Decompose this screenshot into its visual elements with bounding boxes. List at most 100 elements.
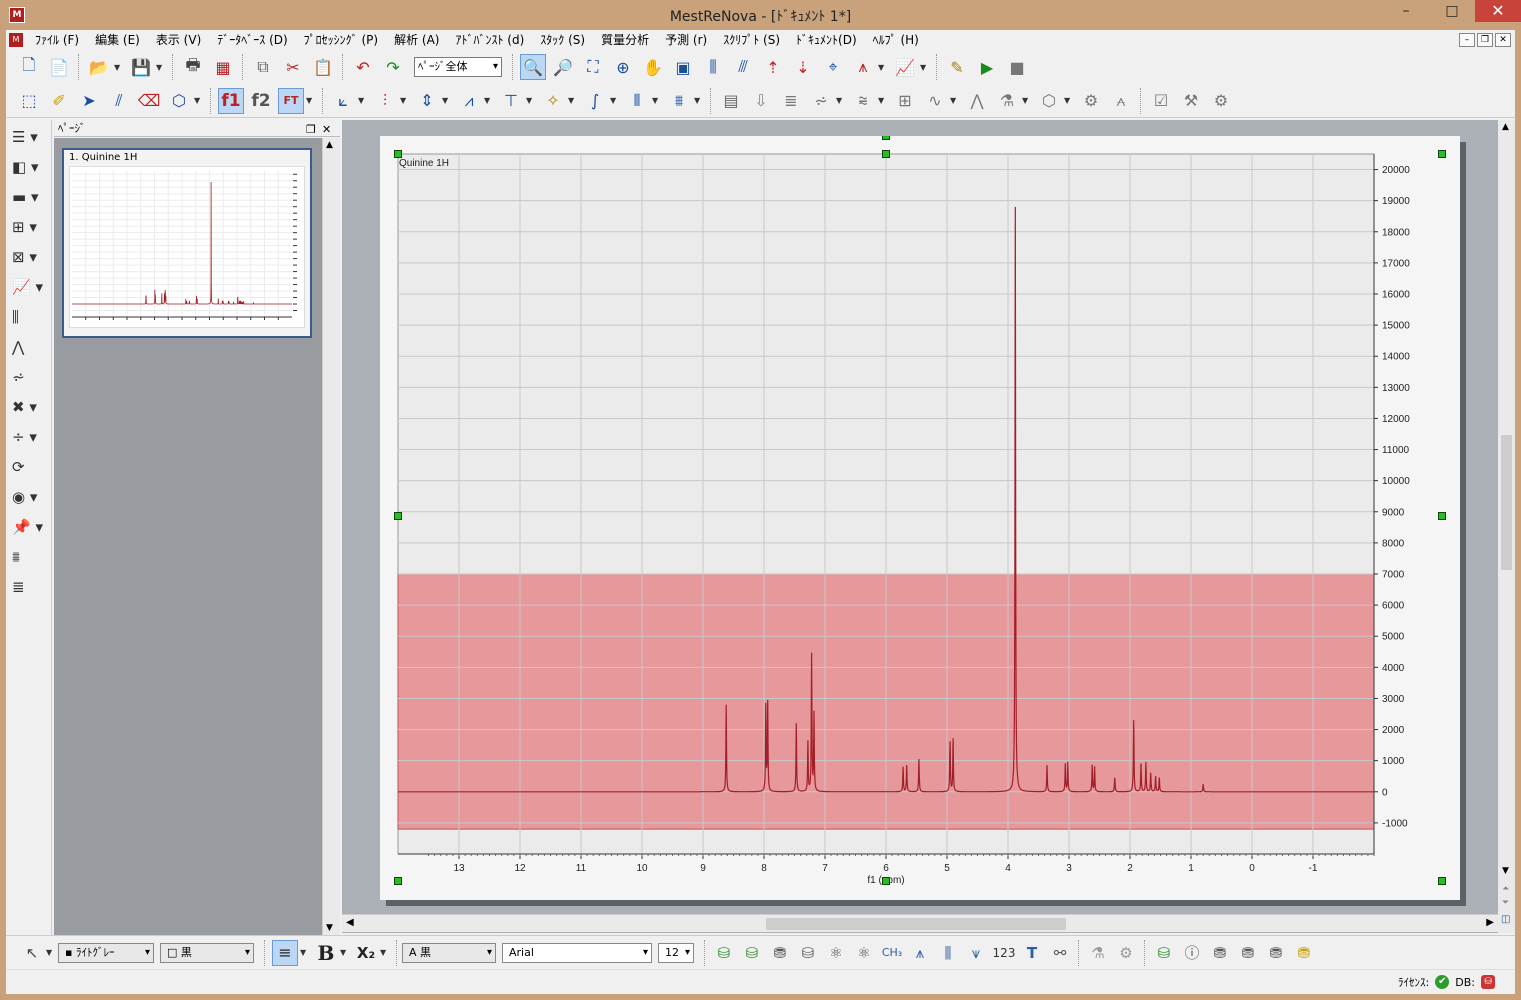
- chevron-down-icon[interactable]: ▼: [400, 96, 408, 105]
- assign-icon[interactable]: ⚙: [1078, 88, 1104, 114]
- scroll-down-icon[interactable]: ▼: [326, 923, 333, 933]
- mdi-minimize-button[interactable]: –: [1459, 33, 1475, 47]
- copy-icon[interactable]: ⧉: [250, 54, 276, 80]
- zoom-select[interactable]: ﾍﾟｰｼﾞ全体: [414, 57, 502, 77]
- superimpose-icon[interactable]: ⩫: [808, 88, 834, 114]
- range-search-icon[interactable]: ⩛: [962, 940, 990, 966]
- chevron-down-icon[interactable]: ▼: [156, 63, 164, 72]
- peak-height-down-icon[interactable]: ⫻: [730, 54, 756, 80]
- chevron-down-icon[interactable]: ▼: [194, 96, 202, 105]
- eye-icon[interactable]: ◉ ▾: [12, 484, 46, 510]
- reference-icon[interactable]: ⊤: [498, 88, 524, 114]
- chevron-down-icon[interactable]: ▼: [610, 96, 618, 105]
- arrayed-icon[interactable]: ⩬: [850, 88, 876, 114]
- script-edit-icon[interactable]: ✎: [944, 54, 970, 80]
- chevron-down-icon[interactable]: ▼: [380, 948, 388, 957]
- multiplet-icon[interactable]: ⫽: [106, 88, 132, 114]
- menu-analysis[interactable]: 解析 (A): [386, 30, 447, 50]
- spectrum-search-icon[interactable]: ⫼: [934, 940, 962, 966]
- chevron-down-icon[interactable]: ▼: [878, 96, 886, 105]
- new-page-icon[interactable]: 📄: [46, 54, 72, 80]
- menu-mass-spec[interactable]: 質量分析: [593, 30, 657, 50]
- molecule-search-icon[interactable]: ⚛: [822, 940, 850, 966]
- undo-icon[interactable]: ↶: [350, 54, 376, 80]
- license-ok-icon[interactable]: ✔: [1435, 975, 1450, 989]
- save-icon[interactable]: 💾: [128, 54, 154, 80]
- fit-icon[interactable]: ∿: [922, 88, 948, 114]
- subscript-button[interactable]: X₂: [352, 940, 380, 966]
- mdi-restore-button[interactable]: ❐: [1477, 33, 1493, 47]
- ylimits-down-icon[interactable]: ⇣: [790, 54, 816, 80]
- layout-icon[interactable]: ◧ ▾: [12, 154, 46, 180]
- page-up-icon[interactable]: ⏶: [1502, 884, 1509, 894]
- chevron-down-icon[interactable]: ▼: [694, 96, 702, 105]
- pointer-icon[interactable]: ↖: [18, 940, 46, 966]
- table-icon[interactable]: ▤: [718, 88, 744, 114]
- scroll-right-icon[interactable]: ▶: [1486, 917, 1494, 928]
- zoom-region-icon[interactable]: ⊕: [610, 54, 636, 80]
- vertical-scrollbar[interactable]: ▲ ▼ ⏶ ⏷ ◫: [1498, 120, 1515, 933]
- scroll-left-icon[interactable]: ◀: [346, 917, 354, 928]
- report-icon[interactable]: ☑: [1148, 88, 1174, 114]
- peak-height-up-icon[interactable]: ⫼: [700, 54, 726, 80]
- table-grid-icon[interactable]: ⊠ ▾: [12, 244, 46, 270]
- f2-button[interactable]: f2: [248, 88, 274, 114]
- eraser-icon[interactable]: ⌫: [136, 88, 162, 114]
- spectrum-plot-icon[interactable]: 📈 ▾: [12, 274, 46, 300]
- options-icon[interactable]: ⚙: [1208, 88, 1234, 114]
- zero-filling-icon[interactable]: ⫶: [372, 88, 398, 114]
- close-button[interactable]: ✕: [1475, 0, 1521, 22]
- delete-icon[interactable]: ✖ ▾: [12, 394, 46, 420]
- ylimits-up-icon[interactable]: ⇡: [760, 54, 786, 80]
- phase-correction-icon[interactable]: ⇕: [414, 88, 440, 114]
- chevron-down-icon[interactable]: ▼: [306, 96, 314, 105]
- pin-icon[interactable]: 📌 ▾: [12, 514, 46, 540]
- text-color-select[interactable]: A 黒: [402, 942, 496, 963]
- structure-icon[interactable]: ⬡: [1036, 88, 1062, 114]
- stop-icon[interactable]: ■: [1004, 54, 1030, 80]
- vertical-scroll-thumb[interactable]: [1501, 435, 1512, 570]
- brush-icon[interactable]: ✐: [46, 88, 72, 114]
- simulate-icon[interactable]: ⋀: [964, 88, 990, 114]
- menu-processing[interactable]: ﾌﾟﾛｾｯｼﾝｸﾞ (P): [296, 30, 386, 50]
- cut-icon[interactable]: ✂: [280, 54, 306, 80]
- menu-file[interactable]: ﾌｧｲﾙ (F): [27, 30, 87, 50]
- chevron-down-icon[interactable]: ▼: [526, 96, 534, 105]
- db-stack-icon[interactable]: ⛃: [1206, 940, 1234, 966]
- font-size-select[interactable]: 12: [658, 942, 694, 963]
- db-load-icon[interactable]: ⛁: [738, 940, 766, 966]
- rotate-icon[interactable]: ⟳: [12, 454, 46, 480]
- peak-search-icon[interactable]: ⩚: [906, 940, 934, 966]
- correlation-icon[interactable]: ⩩: [12, 544, 46, 570]
- ft-button[interactable]: FT: [278, 87, 304, 114]
- list-icon[interactable]: ☰ ▾: [12, 124, 46, 150]
- molecule-icon[interactable]: ⚗: [994, 88, 1020, 114]
- ch3-search-icon[interactable]: CH₃: [878, 940, 906, 966]
- export-pdf-icon[interactable]: ▦: [210, 54, 236, 80]
- menu-edit[interactable]: 編集 (E): [87, 30, 148, 50]
- pages-scrollbar[interactable]: ▲ ▼: [322, 138, 340, 935]
- chevron-down-icon[interactable]: ▼: [300, 948, 308, 957]
- redo-icon[interactable]: ↷: [380, 54, 406, 80]
- chevron-down-icon[interactable]: ▼: [340, 948, 348, 957]
- chevron-down-icon[interactable]: ▼: [442, 96, 450, 105]
- chevron-down-icon[interactable]: ▼: [568, 96, 576, 105]
- menu-document[interactable]: ﾄﾞｷｭﾒﾝﾄ(D): [788, 30, 865, 50]
- page-down-icon[interactable]: ⏷: [1502, 898, 1509, 908]
- db-export-icon[interactable]: ⛃: [1234, 940, 1262, 966]
- db-info-icon[interactable]: ⓘ: [1178, 940, 1206, 966]
- chevron-down-icon[interactable]: ▼: [950, 96, 958, 105]
- bold-button[interactable]: B: [312, 940, 340, 966]
- menu-predict[interactable]: 予測 (r): [657, 30, 715, 50]
- horizontal-scrollbar[interactable]: ◀ ▶: [342, 914, 1498, 932]
- settings-icon[interactable]: ⚙: [1112, 940, 1140, 966]
- number-search-icon[interactable]: 123: [990, 940, 1018, 966]
- line-color-select[interactable]: □ 黒: [160, 942, 254, 963]
- tools-icon[interactable]: ⚒: [1178, 88, 1204, 114]
- open-folder-icon[interactable]: 📂: [86, 54, 112, 80]
- chevron-down-icon[interactable]: ▼: [878, 63, 886, 72]
- baseline-table-icon[interactable]: ⩫: [12, 364, 46, 390]
- predict-icon[interactable]: ⩜: [1108, 88, 1134, 114]
- full-spectrum-icon[interactable]: ⛶: [580, 54, 606, 80]
- chevron-down-icon[interactable]: ▼: [484, 96, 492, 105]
